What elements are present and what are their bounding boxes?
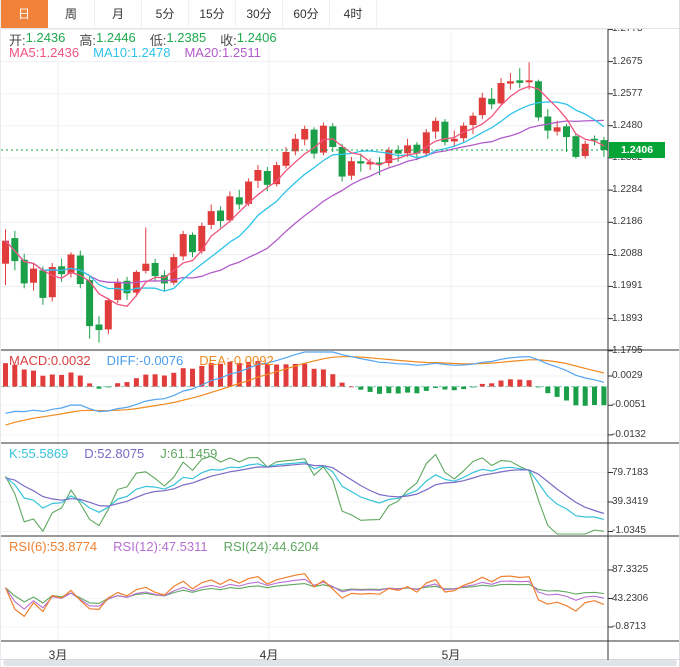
j-value: 61.1459 (170, 446, 218, 461)
k-label: K: (9, 446, 22, 461)
horizontal-scrollbar[interactable] (3, 660, 677, 666)
diff-label: DIFF: (106, 353, 140, 368)
price-tick-label: 1.2186 (612, 216, 643, 227)
tab-daily[interactable]: 日 (1, 0, 48, 28)
price-tick-label: 1.2088 (612, 248, 643, 259)
tab-30min[interactable]: 30分 (236, 0, 283, 28)
j-label: J: (160, 446, 171, 461)
rsi-tick-label: -0.8713 (612, 621, 646, 632)
macd-tick-label: -0.0132 (612, 429, 646, 440)
ma5-value: 1.2436 (39, 45, 80, 60)
kline-chart-app: 日 周 月 5分 15分 30分 60分 4时 开: 1.2436 高: 1.244… (0, 0, 680, 667)
rsi6-label: RSI(6): (9, 539, 51, 554)
price-tick-label: 1.2284 (612, 184, 643, 195)
macd-tick-label: 0.0029 (612, 370, 643, 381)
kdj-header: K: 55.5869 D: 52.8075 J: 61.1459 (9, 446, 217, 461)
dea-value: -0.0092 (229, 353, 274, 368)
dea-label: DEA: (199, 353, 230, 368)
rsi12-value: 47.5311 (161, 539, 208, 554)
ma10-value: 1.2478 (130, 45, 171, 60)
ma-legend: MA5: 1.2436 MA10: 1.2478 MA20: 1.2511 (9, 45, 261, 60)
ma5-label: MA5: (9, 45, 40, 60)
tab-monthly[interactable]: 月 (95, 0, 142, 28)
month-tick-label: 4月 (259, 648, 279, 662)
macd-label: MACD: (9, 353, 51, 368)
month-tick-label: 5月 (441, 648, 461, 662)
month-tick-label: 3月 (48, 648, 68, 662)
price-tick-label: 1.1795 (612, 345, 643, 356)
rsi24-value: 44.6204 (272, 539, 320, 554)
kdj-tick-label: -1.0345 (612, 525, 646, 536)
tab-15min[interactable]: 15分 (189, 0, 236, 28)
ma10-label: MA10: (93, 45, 131, 60)
d-value: 52.8075 (97, 446, 145, 461)
diff-value: -0.0076 (139, 353, 184, 368)
tab-4hour[interactable]: 4时 (330, 0, 377, 28)
k-value: 55.5869 (21, 446, 69, 461)
kdj-tick-label: 79.7183 (612, 467, 649, 478)
macd-value: 0.0032 (50, 353, 91, 368)
rsi24-label: RSI(24): (223, 539, 273, 554)
rsi-tick-label: 87.3325 (612, 564, 649, 575)
ma20-value: 1.2511 (222, 45, 261, 60)
tab-60min[interactable]: 60分 (283, 0, 330, 28)
current-price-badge: 1.2406 (609, 142, 665, 158)
tab-5min[interactable]: 5分 (142, 0, 189, 28)
rsi12-label: RSI(12): (113, 539, 162, 554)
kdj-tick-label: 39.3419 (612, 496, 649, 507)
macd-header: MACD: 0.0032 DIFF: -0.0076 DEA: -0.0092 (9, 353, 274, 368)
rsi6-value: 53.8774 (50, 539, 98, 554)
tab-weekly[interactable]: 周 (48, 0, 95, 28)
price-tick-label: 1.2675 (612, 56, 643, 67)
price-tick-label: 1.1893 (612, 313, 643, 324)
d-label: D: (84, 446, 98, 461)
price-tick-label: 1.2480 (612, 120, 643, 131)
chart-canvas[interactable] (1, 0, 679, 667)
timeframe-tabbar: 日 周 月 5分 15分 30分 60分 4时 (1, 0, 679, 29)
rsi-tick-label: 43.2306 (612, 593, 649, 604)
macd-tick-label: -0.0051 (612, 399, 646, 410)
price-tick-label: 1.1991 (612, 280, 643, 291)
rsi-header: RSI(6): 53.8774 RSI(12): 47.5311 RSI(24): 4… (9, 539, 319, 554)
price-tick-label: 1.2577 (612, 88, 643, 99)
ma20-label: MA20: (184, 45, 223, 60)
